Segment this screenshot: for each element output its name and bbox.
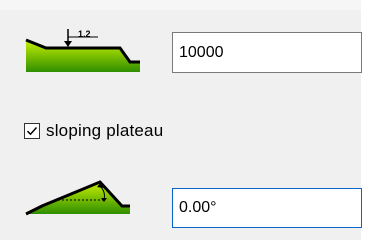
top-strip <box>0 0 380 10</box>
sloping-plateau-label: sloping plateau <box>46 121 164 140</box>
slope-angle-icon <box>22 176 140 218</box>
plateau-icon-label: 1.2 <box>78 29 91 39</box>
plateau-height-icon: 1.2 <box>22 26 140 78</box>
slope-angle-input[interactable] <box>172 188 362 228</box>
panel-edge <box>361 0 380 240</box>
checkmark-icon <box>26 126 38 136</box>
sloping-plateau-checkbox[interactable] <box>24 123 40 139</box>
sloping-plateau-checkbox-row[interactable]: sloping plateau <box>24 118 163 144</box>
plateau-height-input[interactable] <box>172 32 362 73</box>
